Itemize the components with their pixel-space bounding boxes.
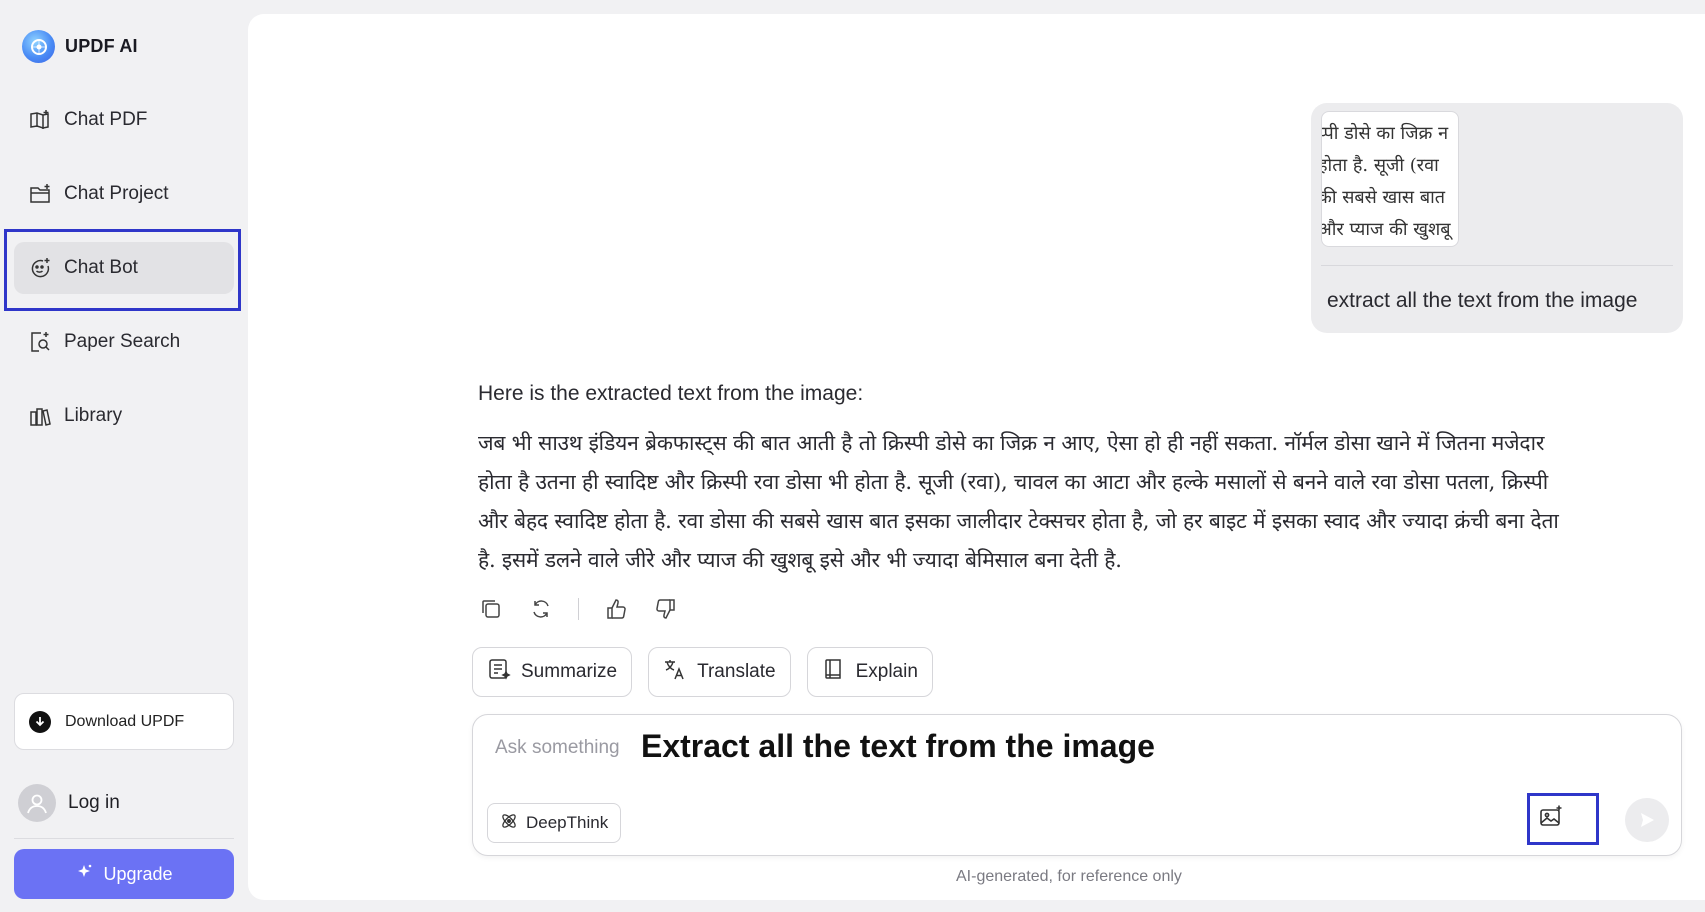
- assistant-message: Here is the extracted text from the imag…: [478, 382, 1678, 580]
- bot-face-icon: [28, 256, 52, 280]
- assistant-body-line: और बेहद स्वादिष्ट होता है. रवा डोसा की स…: [478, 509, 1559, 533]
- explain-label: Explain: [855, 661, 918, 682]
- composer-placeholder[interactable]: Ask something: [495, 737, 620, 759]
- thumbs-up-icon[interactable]: [603, 596, 629, 622]
- sidebar-item-label: Chat PDF: [64, 109, 148, 130]
- deepthink-label: DeepThink: [526, 813, 609, 832]
- atom-icon: [500, 812, 518, 835]
- paper-search-icon: [28, 330, 52, 354]
- chat-panel: प्पी डोसे का जिक्र न होता है. सूजी (रवा …: [248, 14, 1705, 900]
- send-button[interactable]: [1625, 798, 1669, 842]
- assistant-body-line: जब भी साउथ इंडियन ब्रेकफास्ट्स की बात आत…: [478, 431, 1545, 455]
- sidebar-item-chat-project[interactable]: Chat Project: [14, 168, 234, 220]
- sidebar-item-library[interactable]: Library: [14, 390, 234, 442]
- translate-button[interactable]: Translate: [648, 647, 791, 697]
- updf-ai-logo-icon: [22, 30, 55, 63]
- upgrade-label: Upgrade: [103, 863, 173, 884]
- thumbs-down-icon[interactable]: [653, 596, 679, 622]
- book-plus-icon: [28, 108, 52, 132]
- summarize-icon: [487, 657, 511, 687]
- summarize-label: Summarize: [521, 661, 618, 682]
- download-icon: [29, 710, 51, 733]
- sidebar: UPDF AI Chat PDF Chat Project Chat Bot P…: [0, 0, 246, 912]
- send-icon: [1641, 813, 1654, 827]
- attached-image-thumbnail[interactable]: प्पी डोसे का जिक्र न होता है. सूजी (रवा …: [1321, 111, 1459, 247]
- download-label: Download UPDF: [65, 712, 185, 730]
- bubble-divider: [1321, 265, 1673, 266]
- overlay-caption: Extract all the text from the image: [641, 728, 1155, 764]
- sidebar-item-label: Chat Bot: [64, 257, 138, 278]
- sidebar-divider: [14, 838, 234, 839]
- login-label: Log in: [68, 792, 120, 813]
- explain-button[interactable]: Explain: [806, 647, 933, 697]
- sidebar-item-paper-search[interactable]: Paper Search: [14, 316, 234, 368]
- download-updf-button[interactable]: Download UPDF: [14, 693, 234, 750]
- assistant-body-line: होता है उतना ही स्वादिष्ट और क्रिस्पी रव…: [478, 470, 1549, 494]
- folder-plus-icon: [28, 182, 52, 206]
- actions-separator: [578, 598, 579, 620]
- sidebar-item-label: Library: [64, 405, 123, 426]
- sidebar-item-label: Chat Project: [64, 183, 169, 204]
- thumbnail-text-line: होता है. सूजी (रवा: [1321, 155, 1439, 176]
- user-message-bubble: प्पी डोसे का जिक्र न होता है. सूजी (रवा …: [1311, 103, 1683, 333]
- ai-disclaimer: AI-generated, for reference only: [956, 868, 1182, 885]
- login-button[interactable]: Log in: [18, 784, 120, 822]
- brand[interactable]: UPDF AI: [22, 30, 138, 63]
- sidebar-item-chat-pdf[interactable]: Chat PDF: [14, 94, 234, 146]
- brand-name: UPDF AI: [65, 36, 138, 56]
- summarize-button[interactable]: Summarize: [472, 647, 633, 697]
- assistant-body: जब भी साउथ इंडियन ब्रेकफास्ट्स की बात आत…: [478, 424, 1678, 580]
- translate-label: Translate: [697, 661, 776, 682]
- library-icon: [28, 404, 52, 428]
- copy-icon[interactable]: [478, 596, 504, 622]
- thumbnail-text-line: प्पी डोसे का जिक्र न: [1321, 123, 1449, 144]
- image-upload-button[interactable]: [1530, 796, 1572, 838]
- image-sparkle-icon: [1540, 805, 1562, 826]
- explain-book-icon: [822, 657, 846, 687]
- chat-composer[interactable]: Ask something Extract all the text from …: [472, 714, 1682, 856]
- regenerate-icon[interactable]: [528, 596, 554, 622]
- avatar: [18, 784, 56, 822]
- sidebar-item-label: Paper Search: [64, 331, 181, 352]
- quick-actions: Summarize Translate Explain: [472, 647, 933, 697]
- assistant-intro: Here is the extracted text from the imag…: [478, 382, 864, 405]
- assistant-body-line: है. इसमें डलने वाले जीरे और प्याज की खुश…: [478, 548, 1122, 572]
- deepthink-toggle[interactable]: DeepThink: [487, 803, 622, 843]
- user-message-text: extract all the text from the image: [1327, 289, 1638, 312]
- thumbnail-text-line: और प्याज की खुशबू: [1321, 219, 1451, 240]
- thumbnail-text-line: की सबसे खास बात: [1321, 187, 1446, 208]
- message-actions: [478, 596, 679, 622]
- translate-icon: [663, 657, 687, 687]
- sparkle-icon: [75, 863, 93, 886]
- sidebar-item-chat-bot[interactable]: Chat Bot: [14, 242, 234, 294]
- upgrade-button[interactable]: Upgrade: [14, 849, 234, 899]
